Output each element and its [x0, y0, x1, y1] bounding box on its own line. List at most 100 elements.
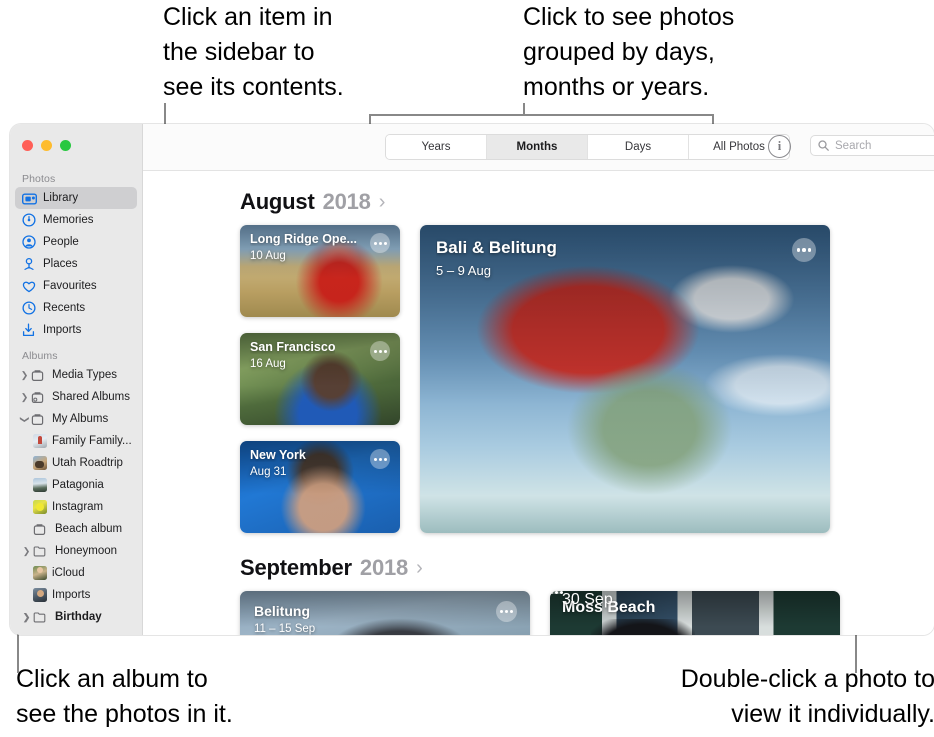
- album-thumb-icloud-icon: [33, 566, 47, 580]
- sidebar-item-label: Family Family...: [52, 435, 132, 447]
- sidebar-item-imports[interactable]: Imports: [15, 319, 137, 341]
- chevron-right-icon[interactable]: ›: [379, 192, 386, 212]
- sidebar-item-library[interactable]: Library: [15, 187, 137, 209]
- sidebar-item-label: Memories: [43, 214, 94, 226]
- photo-card-new-york[interactable]: New York Aug 31: [240, 441, 400, 533]
- chevron-right-icon[interactable]: ❯: [21, 612, 32, 623]
- more-options-icon[interactable]: [792, 238, 816, 262]
- search-field[interactable]: [810, 135, 934, 156]
- album-thumb-utah-icon: [33, 456, 47, 470]
- sidebar-item-icloud[interactable]: ❯ iCloud: [15, 562, 137, 584]
- month-header-august[interactable]: August 2018 ›: [240, 189, 934, 215]
- chevron-down-icon[interactable]: ❯: [19, 414, 30, 425]
- month-name: August: [240, 189, 315, 214]
- sidebar-item-people[interactable]: People: [15, 231, 137, 253]
- tab-days[interactable]: Days: [588, 135, 689, 159]
- card-title: Belitung: [254, 603, 310, 619]
- sidebar-item-honeymoon[interactable]: ❯ Honeymoon: [15, 540, 137, 562]
- sidebar-item-label: Instagram: [52, 501, 104, 513]
- month-name: September: [240, 555, 352, 580]
- sidebar-item-shared-albums[interactable]: ❯ Shared Albums: [15, 386, 137, 408]
- sidebar-item-label: Shared Albums: [52, 391, 130, 403]
- toolbar: Years Months Days All Photos i: [143, 124, 934, 171]
- sidebar-item-utah-roadtrip[interactable]: ❯ Utah Roadtrip: [15, 452, 137, 474]
- sidebar-item-label: Recents: [43, 302, 86, 314]
- album-thumb-imports-icon: [33, 588, 47, 602]
- folder-icon: [31, 412, 48, 427]
- september-row: Belitung 11 – 15 Sep Moss Beach 30 Sep: [240, 591, 934, 635]
- card-title: Bali & Belitung: [436, 238, 557, 257]
- sidebar-item-family-family[interactable]: ❯ Family Family...: [15, 430, 137, 452]
- sidebar-item-label: People: [43, 236, 79, 248]
- more-options-icon[interactable]: [370, 449, 390, 469]
- sidebar-item-media-types[interactable]: ❯ Media Types: [15, 364, 137, 386]
- tab-months[interactable]: Months: [487, 135, 588, 159]
- sidebar-item-imports-album[interactable]: ❯ Imports: [15, 584, 137, 606]
- sidebar-item-instagram[interactable]: ❯ Instagram: [15, 496, 137, 518]
- page-root: Click an item in the sidebar to see its …: [0, 0, 934, 737]
- info-icon[interactable]: i: [768, 135, 791, 158]
- card-date: 10 Aug: [250, 250, 286, 262]
- sidebar-item-label: Beach album: [55, 523, 123, 535]
- minimize-button[interactable]: [41, 140, 52, 151]
- zoom-button[interactable]: [60, 140, 71, 151]
- search-input[interactable]: [833, 138, 934, 153]
- sidebar-item-beach-album[interactable]: ❯ Beach album: [15, 518, 137, 540]
- chevron-right-icon[interactable]: ❯: [19, 392, 30, 403]
- close-button[interactable]: [22, 140, 33, 151]
- sidebar-item-label: Utah Roadtrip: [52, 457, 123, 469]
- sidebar-item-label: Honeymoon: [55, 545, 118, 557]
- photo-card-belitung[interactable]: Belitung 11 – 15 Sep: [240, 591, 530, 635]
- callout-top-right: Click to see photos grouped by days, mon…: [523, 3, 735, 101]
- chevron-right-icon[interactable]: ❯: [19, 370, 30, 381]
- sidebar-item-memories[interactable]: Memories: [15, 209, 137, 231]
- photo-grid: August 2018 › Long Ridge Ope... 10 Aug S…: [143, 171, 934, 635]
- card-date: Aug 31: [250, 466, 287, 478]
- sidebar-item-label: Library: [43, 192, 79, 204]
- card-title: New York: [250, 448, 306, 462]
- leader-line-segmented-bracket-top: [369, 114, 713, 116]
- photo-card-moss-beach[interactable]: Moss Beach 30 Sep: [550, 591, 840, 635]
- sidebar-item-birthday[interactable]: ❯ Birthday: [15, 606, 137, 628]
- places-icon: [22, 257, 39, 272]
- view-mode-segmented-control[interactable]: Years Months Days All Photos: [385, 134, 790, 160]
- heart-icon: [22, 279, 39, 294]
- sidebar-item-places[interactable]: Places: [15, 253, 137, 275]
- window-controls: [22, 140, 71, 151]
- month-year: 2018: [359, 555, 409, 580]
- import-icon: [22, 323, 39, 338]
- chevron-right-icon[interactable]: ›: [416, 558, 423, 578]
- sidebar-item-patagonia[interactable]: ❯ Patagonia: [15, 474, 137, 496]
- folder-outline-icon: [33, 610, 50, 625]
- clock-icon: [22, 301, 39, 316]
- august-small-column: Long Ridge Ope... 10 Aug San Francisco 1…: [240, 225, 400, 533]
- more-options-icon[interactable]: [370, 341, 390, 361]
- tab-years[interactable]: Years: [386, 135, 487, 159]
- photo-card-long-ridge[interactable]: Long Ridge Ope... 10 Aug: [240, 225, 400, 317]
- chevron-right-icon[interactable]: ❯: [21, 546, 32, 557]
- card-date: 5 – 9 Aug: [436, 263, 491, 278]
- sidebar-item-favourites[interactable]: Favourites: [15, 275, 137, 297]
- album-icon: [33, 522, 50, 537]
- more-options-icon[interactable]: [550, 591, 563, 594]
- sidebar-item-my-albums[interactable]: ❯ My Albums: [15, 408, 137, 430]
- sidebar-section-photos-list: Library Memories People Places Favourite…: [10, 187, 142, 341]
- card-title: Long Ridge Ope...: [250, 232, 357, 246]
- shared-album-icon: [31, 390, 48, 405]
- photo-card-bali-belitung[interactable]: Bali & Belitung 5 – 9 Aug: [420, 225, 830, 533]
- folder-icon: [31, 368, 48, 383]
- card-date: 16 Aug: [250, 358, 286, 370]
- sidebar-item-label: My Albums: [52, 413, 109, 425]
- more-options-icon[interactable]: [370, 233, 390, 253]
- month-year: 2018: [322, 189, 371, 214]
- sidebar-item-recents[interactable]: Recents: [15, 297, 137, 319]
- sidebar: Photos Library Memories People Places Fa…: [10, 124, 143, 635]
- search-icon: [818, 140, 829, 151]
- sidebar-item-label: iCloud: [52, 567, 85, 579]
- more-options-icon[interactable]: [496, 601, 517, 622]
- photo-card-san-francisco[interactable]: San Francisco 16 Aug: [240, 333, 400, 425]
- month-header-september[interactable]: September 2018 ›: [240, 555, 934, 581]
- sidebar-item-label: Imports: [43, 324, 82, 336]
- photos-app-window: Photos Library Memories People Places Fa…: [10, 124, 934, 635]
- sidebar-item-label: Places: [43, 258, 78, 270]
